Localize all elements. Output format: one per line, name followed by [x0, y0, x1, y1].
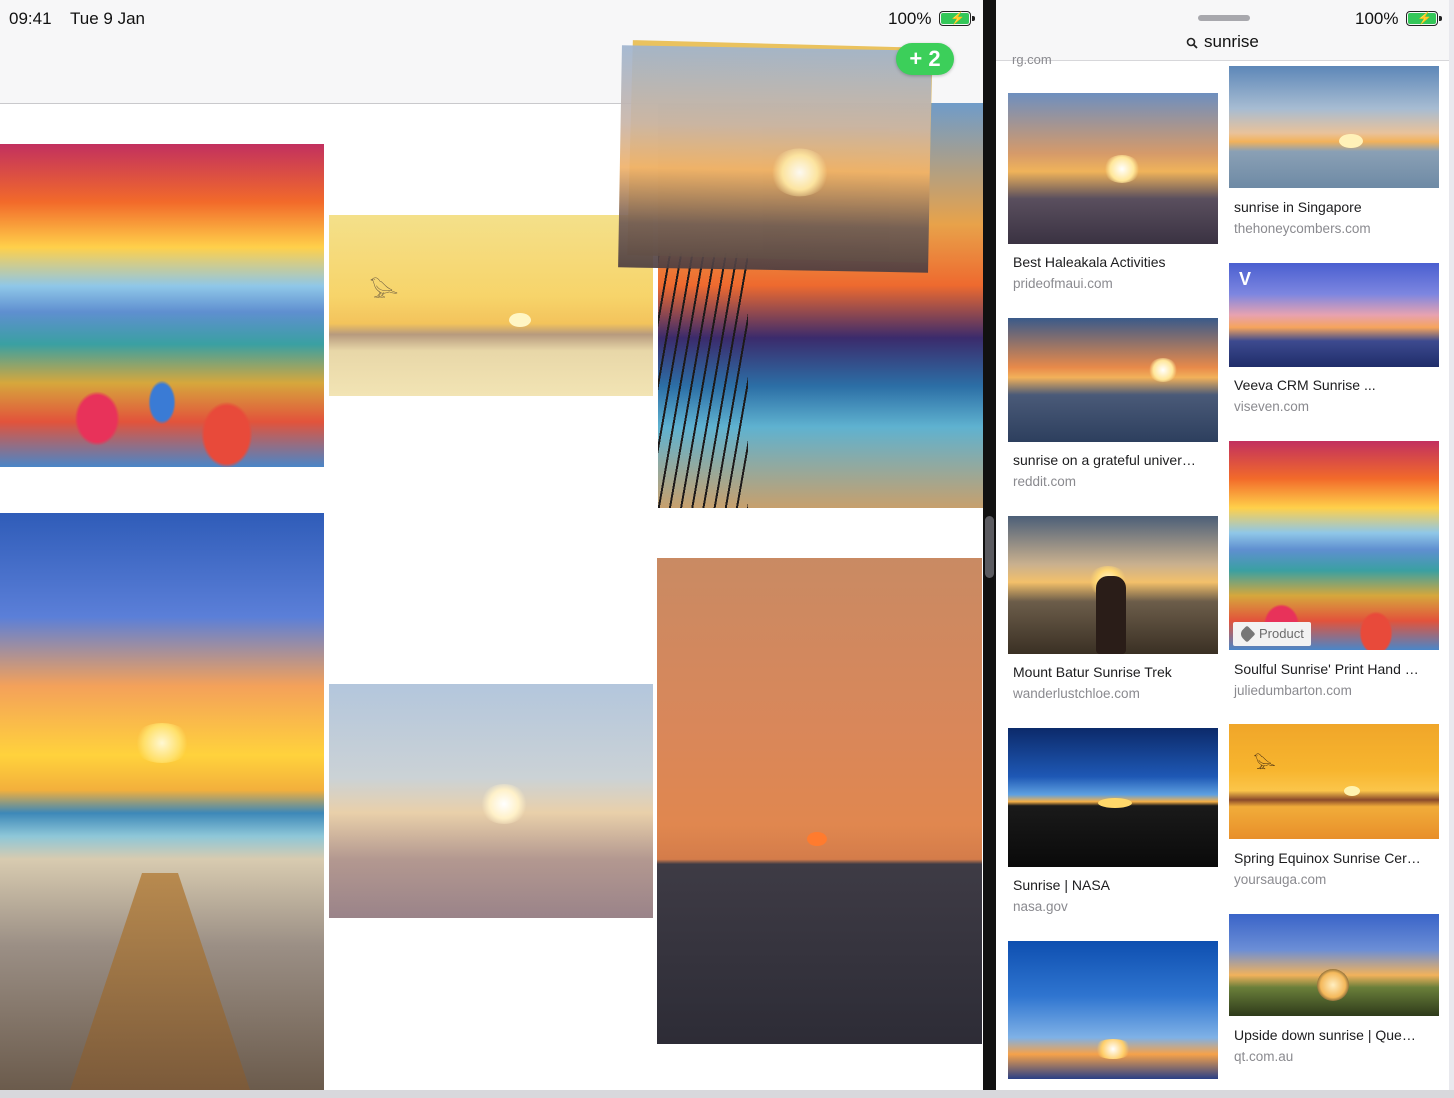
partial-source-text: rg.com [1012, 52, 1052, 67]
result-source: prideofmaui.com [1013, 276, 1113, 291]
result-card[interactable] [1008, 941, 1218, 1079]
result-source: yoursauga.com [1234, 872, 1327, 887]
result-card[interactable]: sunrise on a grateful univer… reddit.com [1008, 318, 1218, 493]
result-source: reddit.com [1013, 474, 1077, 489]
result-card[interactable]: Mount Batur Sunrise Trek wanderlustchloe… [1008, 516, 1218, 706]
status-date: Tue 9 Jan [70, 9, 145, 28]
product-tag-label: Product [1259, 626, 1304, 641]
battery-icon-right: ⚡ [1406, 11, 1442, 26]
result-title: Spring Equinox Sunrise Cer… [1234, 850, 1421, 866]
board-photo-beach-boardwalk[interactable] [0, 513, 324, 1090]
battery-percent-right: 100% [1355, 9, 1399, 28]
result-card[interactable]: 𓅪 Spring Equinox Sunrise Cer… yoursauga.… [1229, 724, 1439, 894]
result-source: qt.com.au [1234, 1049, 1294, 1064]
result-title: Upside down sunrise | Que… [1234, 1027, 1416, 1043]
result-title: Sunrise | NASA [1013, 877, 1111, 893]
result-source: juliedumbarton.com [1234, 683, 1352, 698]
drag-preview-heart-hands [618, 45, 932, 273]
result-card[interactable]: Sunrise | NASA nasa.gov [1008, 728, 1218, 918]
drag-count-badge: + 2 [896, 43, 954, 75]
board-photo-painted-sunset[interactable] [0, 144, 324, 467]
result-title: sunrise on a grateful univer… [1013, 452, 1196, 468]
board-photo-heart-hands[interactable] [329, 684, 653, 918]
product-tag: Product [1233, 622, 1311, 646]
window-edge [1449, 0, 1454, 1098]
result-title: Mount Batur Sunrise Trek [1013, 664, 1172, 680]
seagull-icon: 𓅪 [1253, 755, 1276, 777]
result-source: wanderlustchloe.com [1013, 686, 1140, 701]
board-photo-calm-sea-sunset[interactable] [657, 558, 982, 1044]
tag-icon [1238, 625, 1256, 643]
result-title: Soulful Sunrise' Print Hand … [1234, 661, 1419, 677]
result-card[interactable]: Best Haleakala Activities prideofmaui.co… [1008, 93, 1218, 293]
board-pane: 09:41 Tue 9 Jan 100% ⚡ 𓅪 + 2 [0, 0, 983, 1098]
split-view: 09:41 Tue 9 Jan 100% ⚡ 𓅪 + 2 100% ⚡ sunr… [0, 0, 1454, 1098]
result-title: sunrise in Singapore [1234, 199, 1362, 215]
battery-percent: 100% [888, 9, 932, 28]
result-card[interactable]: Product Soulful Sunrise' Print Hand … ju… [1229, 441, 1439, 706]
drag-preview-stack[interactable] [618, 40, 936, 273]
bottom-strip [0, 1090, 1454, 1098]
seagull-icon: 𓅪 [369, 278, 399, 308]
battery-icon: ⚡ [939, 11, 975, 26]
search-pane: 100% ⚡ sunrise rg.com Best Haleakala Act… [996, 0, 1454, 1098]
result-title: Best Haleakala Activities [1013, 254, 1166, 270]
result-card[interactable]: Upside down sunrise | Que… qt.com.au [1229, 914, 1439, 1074]
split-divider-handle[interactable] [985, 516, 994, 578]
status-time: 09:41 [9, 9, 52, 28]
veeva-logo-icon: V [1239, 269, 1252, 289]
result-source: viseven.com [1234, 399, 1310, 414]
search-top-bar: 100% ⚡ sunrise [996, 0, 1454, 61]
result-source: nasa.gov [1013, 899, 1068, 914]
search-query: sunrise [1204, 32, 1259, 51]
result-title: Veeva CRM Sunrise ... [1234, 377, 1376, 393]
result-source: thehoneycombers.com [1234, 221, 1371, 236]
result-card[interactable]: V Veeva CRM Sunrise ... viseven.com [1229, 263, 1439, 423]
result-card[interactable]: sunrise in Singapore thehoneycombers.com [1229, 66, 1439, 246]
search-icon [1186, 37, 1198, 49]
board-photo-seagull-sunset[interactable]: 𓅪 [329, 215, 653, 396]
slide-over-grabber[interactable] [1198, 15, 1250, 21]
